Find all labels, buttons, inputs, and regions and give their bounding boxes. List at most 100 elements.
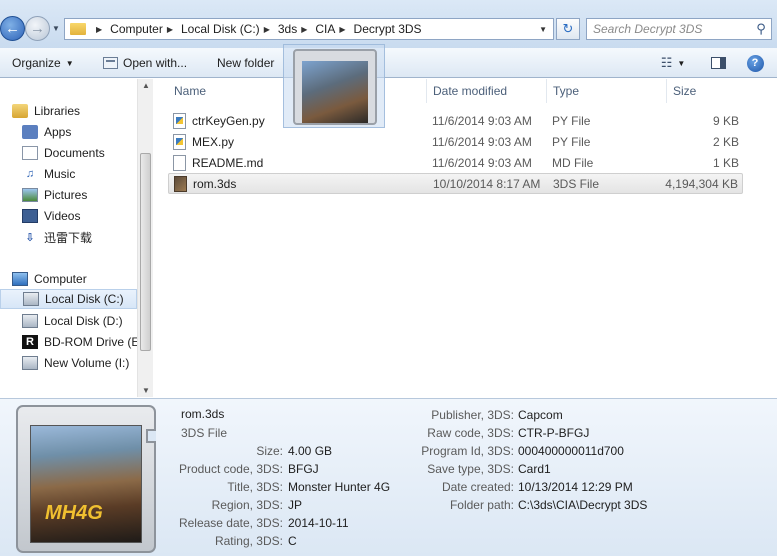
nav-item-libraries[interactable]: Libraries <box>12 101 149 121</box>
property-label: Publisher, 3DS: <box>431 408 514 422</box>
scroll-up-icon[interactable]: ▲ <box>142 81 150 90</box>
download-folder-icon: ⇩ <box>25 231 35 244</box>
file-size: 4,194,304 KB <box>665 176 738 191</box>
nav-item-label: Videos <box>44 209 81 223</box>
search-input[interactable] <box>587 20 751 38</box>
file-row-selected[interactable]: rom.3ds 10/10/2014 8:17 AM 3DS File 4,19… <box>168 173 743 194</box>
nav-item-label: New Volume (I:) <box>44 356 130 370</box>
property-label: Rating, 3DS: <box>214 534 283 548</box>
property-publisher: Publisher, 3DS: Capcom <box>0 408 777 424</box>
property-value[interactable]: 10/13/2014 12:29 PM <box>518 480 633 494</box>
property-label: Program Id, 3DS: <box>421 444 514 458</box>
breadcrumb-separator-icon[interactable]: ▶ <box>96 25 102 34</box>
property-rating: Rating, 3DS: C <box>0 534 777 550</box>
breadcrumb-computer[interactable]: Computer ▶ <box>110 22 181 36</box>
breadcrumb-3ds[interactable]: 3ds ▶ <box>278 22 316 36</box>
file-size: 1 KB <box>712 155 739 170</box>
forward-button[interactable]: → <box>25 16 50 41</box>
back-button[interactable]: ← <box>0 16 25 41</box>
python-file-icon <box>173 112 186 129</box>
file-date: 11/6/2014 9:03 AM <box>432 155 532 170</box>
chevron-down-icon: ▼ <box>677 58 686 68</box>
file-date: 10/10/2014 8:17 AM <box>433 176 541 191</box>
drag-thumbnail[interactable] <box>283 44 385 128</box>
nav-item-label: Computer <box>34 272 87 286</box>
file-name: MEX.py <box>192 134 235 149</box>
breadcrumb-decrypt-3ds[interactable]: Decrypt 3DS <box>354 22 422 36</box>
file-name: README.md <box>192 155 264 170</box>
libraries-icon <box>12 104 28 118</box>
breadcrumb-separator-icon[interactable]: ▶ <box>264 25 270 34</box>
property-raw-code: Raw code, 3DS: CTR-P-BFGJ <box>0 426 777 442</box>
property-value[interactable]: C:\3ds\CIA\Decrypt 3DS <box>518 498 647 512</box>
computer-icon <box>12 272 28 286</box>
breadcrumb-separator-icon[interactable]: ▶ <box>301 25 307 34</box>
recent-pages-dropdown[interactable]: ▼ <box>52 24 60 33</box>
nav-item-computer[interactable]: Computer <box>12 269 149 289</box>
new-folder-button[interactable]: New folder <box>217 56 274 70</box>
column-header-size[interactable]: Size <box>667 79 745 103</box>
property-release-date: Release date, 3DS: 2014-10-11 <box>0 516 777 532</box>
file-type: MD File <box>552 155 594 170</box>
scrollbar-thumb[interactable] <box>140 153 151 351</box>
document-file-icon <box>173 154 186 171</box>
game-cover-art <box>302 61 368 123</box>
column-header-type[interactable]: Type <box>547 79 667 103</box>
property-label: Folder path: <box>449 498 514 512</box>
property-date-created: Date created: 10/13/2014 12:29 PM <box>0 480 777 496</box>
refresh-button[interactable]: ↻ <box>556 18 580 40</box>
nav-item-label: Libraries <box>34 104 81 118</box>
property-value[interactable]: C <box>288 534 297 548</box>
python-file-icon <box>173 133 186 150</box>
scroll-down-icon[interactable]: ▼ <box>142 386 150 395</box>
property-label: Save type, 3DS: <box>427 462 514 476</box>
navigation-scrollbar[interactable]: ▲ ▼ <box>137 79 153 397</box>
file-row[interactable]: MEX.py 11/6/2014 9:03 AM PY File 2 KB <box>168 131 743 152</box>
file-row[interactable]: README.md 11/6/2014 9:03 AM MD File 1 KB <box>168 152 743 173</box>
apps-icon <box>22 125 38 139</box>
property-value[interactable]: 000400000011d700 <box>518 444 624 458</box>
nav-item-local-disk-c[interactable]: Local Disk (C:) <box>0 289 137 309</box>
nav-item-label: Apps <box>44 125 72 139</box>
file-type: PY File <box>552 134 591 149</box>
open-with-icon <box>103 57 118 69</box>
address-box[interactable]: ▶ Computer ▶ Local Disk (C:) ▶ 3ds ▶ CIA ▶ D… <box>64 18 554 40</box>
nav-item-bd-rom[interactable]: R BD-ROM Drive (E <box>22 332 137 352</box>
property-value[interactable]: 2014-10-11 <box>288 516 349 530</box>
refresh-icon: ↻ <box>562 21 574 36</box>
search-icon[interactable]: ⚲ <box>751 21 771 37</box>
nav-item-label: Documents <box>44 146 105 160</box>
open-with-button[interactable]: Open with... <box>103 56 187 70</box>
address-history-dropdown-icon[interactable]: ▼ <box>539 25 547 34</box>
file-row[interactable]: ctrKeyGen.py 11/6/2014 9:03 AM PY File 9… <box>168 110 743 131</box>
navigation-pane: Libraries Apps Documents ♫ Music Picture… <box>0 79 153 397</box>
file-name: rom.3ds <box>193 176 237 191</box>
music-icon: ♫ <box>25 168 35 180</box>
property-value[interactable]: CTR-P-BFGJ <box>518 426 589 440</box>
breadcrumb-separator-icon[interactable]: ▶ <box>167 25 173 34</box>
property-value[interactable]: Capcom <box>518 408 563 422</box>
column-header-date-modified[interactable]: Date modified <box>427 79 547 103</box>
nav-item-label: Local Disk (C:) <box>45 292 124 306</box>
bd-rom-icon: R <box>22 335 38 349</box>
file-type: PY File <box>552 113 591 128</box>
organize-label: Organize <box>12 56 61 70</box>
property-value[interactable]: Card1 <box>518 462 551 476</box>
change-view-button[interactable]: ☷ ▼ <box>652 52 694 74</box>
preview-pane-icon <box>710 57 726 69</box>
documents-icon <box>22 146 38 160</box>
help-button[interactable]: ? <box>744 52 766 74</box>
videos-icon <box>22 209 38 223</box>
breadcrumb-separator-icon[interactable]: ▶ <box>339 25 345 34</box>
property-label: Release date, 3DS: <box>178 516 283 530</box>
file-date: 11/6/2014 9:03 AM <box>432 113 532 128</box>
command-toolbar: Organize ▼ Open with... New folder ☷ ▼ ? <box>0 48 777 78</box>
breadcrumb-local-disk-c[interactable]: Local Disk (C:) ▶ <box>181 22 278 36</box>
property-program-id: Program Id, 3DS: 000400000011d700 <box>0 444 777 460</box>
breadcrumb-cia[interactable]: CIA ▶ <box>315 22 353 36</box>
details-pane: MH4G rom.3ds 3DS File Size: 4.00 GB Prod… <box>0 398 777 556</box>
organize-button[interactable]: Organize ▼ <box>12 56 74 70</box>
open-with-label: Open with... <box>123 56 188 70</box>
preview-pane-button[interactable] <box>706 52 730 74</box>
search-box[interactable]: ⚲ <box>586 18 772 40</box>
